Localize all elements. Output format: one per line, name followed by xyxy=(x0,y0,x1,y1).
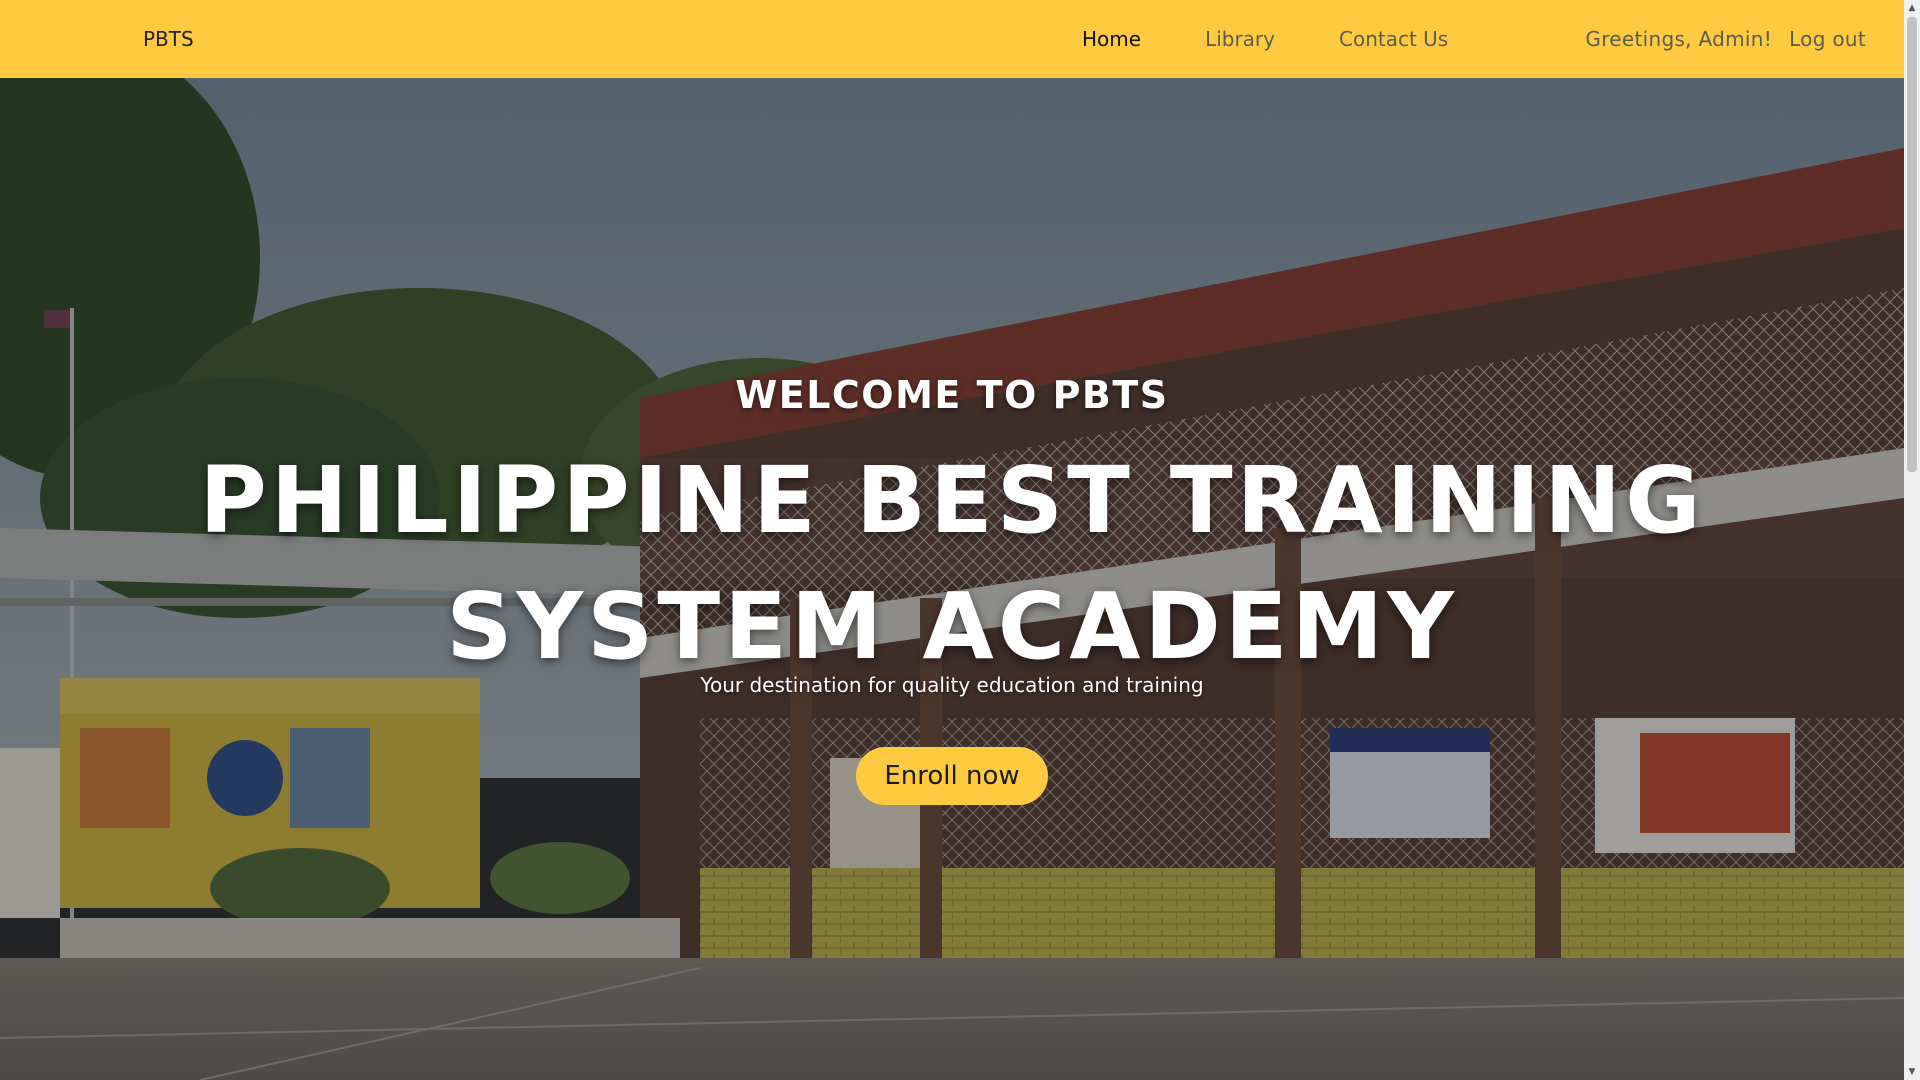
hero-subtitle: Your destination for quality education a… xyxy=(700,673,1204,697)
brand-logo[interactable]: PBTS xyxy=(143,0,194,78)
top-navbar: PBTS Home Library Contact Us Greetings, … xyxy=(0,0,1904,78)
nav-link-library[interactable]: Library xyxy=(1173,0,1307,78)
logout-link[interactable]: Log out xyxy=(1789,27,1866,51)
hero-welcome-text: WELCOME TO PBTS xyxy=(735,373,1169,417)
enroll-now-button[interactable]: Enroll now xyxy=(856,747,1048,805)
nav-links: Home Library Contact Us xyxy=(1050,0,1480,78)
nav-link-home[interactable]: Home xyxy=(1050,0,1173,78)
page-scrollbar[interactable]: ▲ ▼ xyxy=(1904,0,1920,1080)
nav-link-contact-us[interactable]: Contact Us xyxy=(1307,0,1480,78)
user-area: Greetings, Admin! Log out xyxy=(1585,0,1866,78)
hero-title: PHILIPPINE BEST TRAINING SYSTEM ACADEMY xyxy=(199,447,1705,680)
scrollbar-thumb[interactable] xyxy=(1907,17,1917,472)
arrow-up-icon[interactable]: ▲ xyxy=(1904,0,1920,16)
arrow-down-icon[interactable]: ▼ xyxy=(1904,1064,1920,1080)
hero-section: WELCOME TO PBTS PHILIPPINE BEST TRAINING… xyxy=(0,78,1904,1080)
greeting-text: Greetings, Admin! xyxy=(1585,27,1773,51)
